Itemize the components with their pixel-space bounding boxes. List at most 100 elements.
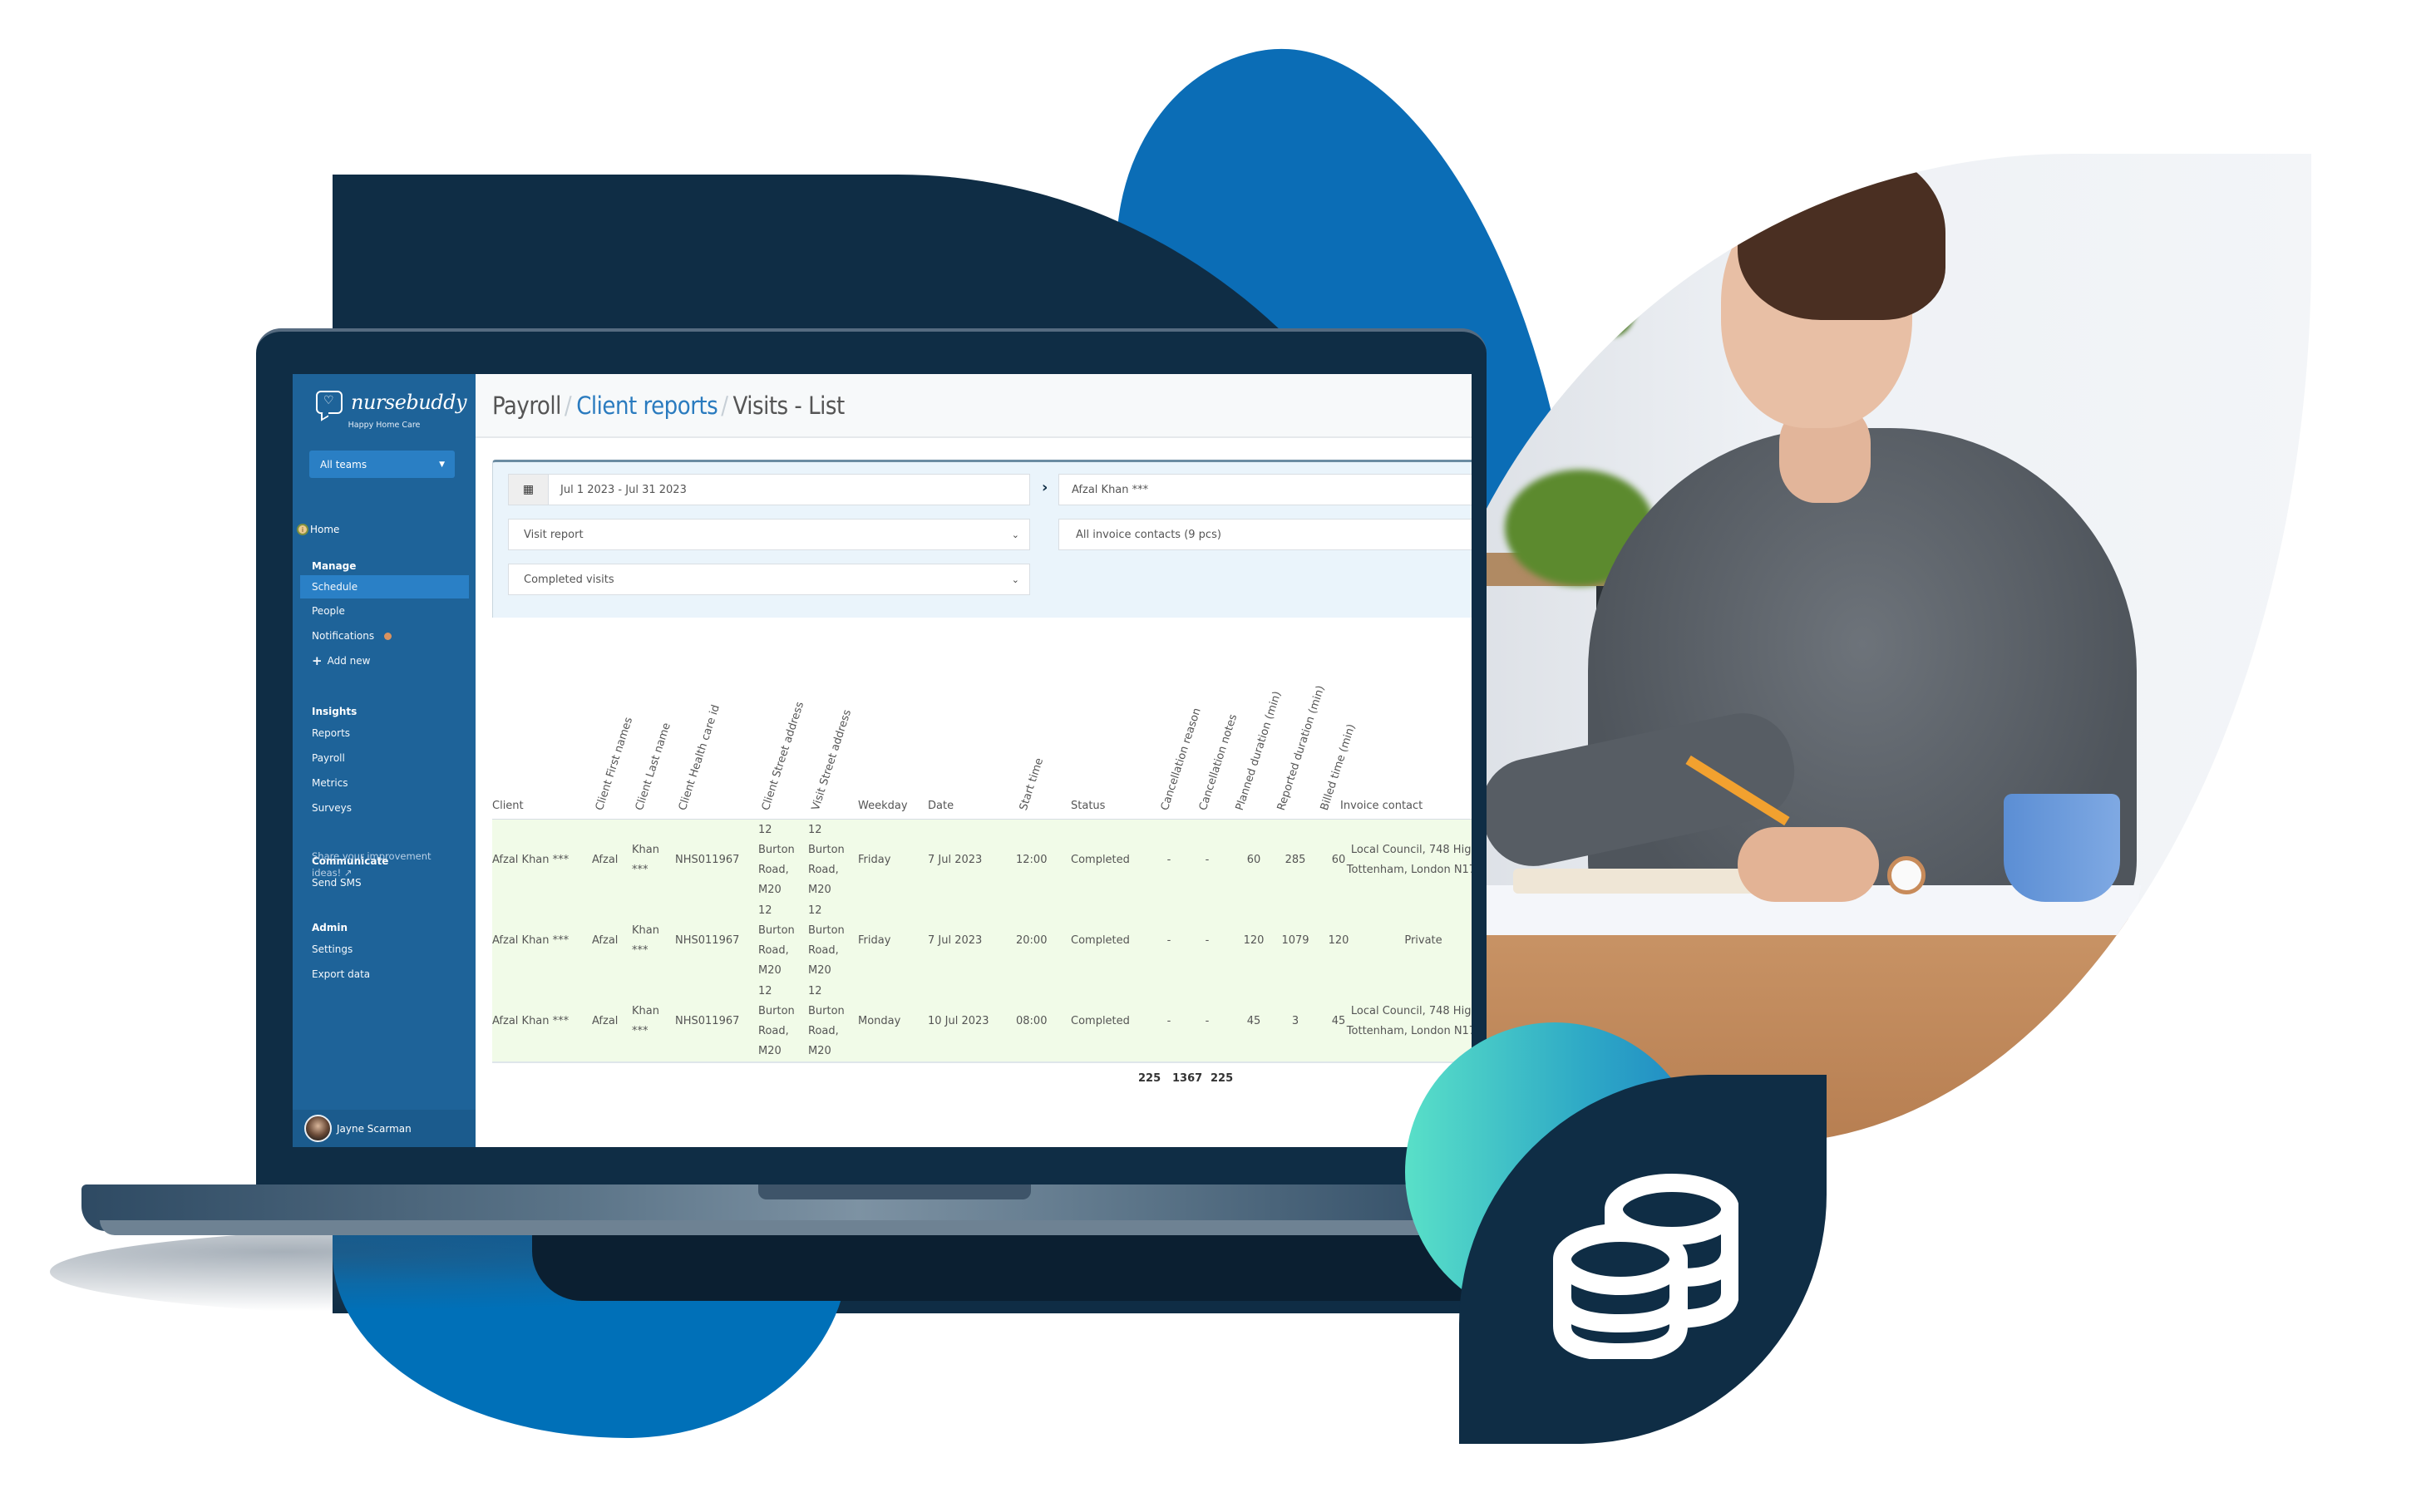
chat-heart-icon: ♡ [316,391,343,414]
date-range-input[interactable]: ▦ Jul 1 2023 - Jul 31 2023 [508,474,1030,505]
table-row[interactable]: Afzal Khan *** Afzal Khan *** NHS011967 12 B… [492,900,1472,983]
filter-panel: ▦ Jul 1 2023 - Jul 31 2023 › Afzal Khan … [492,460,1472,618]
table-cell: - [1166,933,1171,947]
sidebar-section-insights: Insights Reports Payroll Metrics Surveys [293,702,476,820]
table-cell: Completed [1071,853,1130,866]
sidebar-section-title: Admin [312,922,348,933]
table-cell: - [1166,853,1171,866]
table-cell: 1079 [1281,933,1309,947]
table-cell: Friday [858,853,891,866]
column-header-label: Start time [1017,756,1047,812]
sidebar-item-label: People [312,605,345,617]
table-cell: - [1205,1014,1210,1027]
table-cell: 12 Burton Road, M20 [758,904,795,977]
report-type-select[interactable]: Visit report ⌄ [508,519,1030,550]
table-cell: - [1205,853,1210,866]
sidebar-item-payroll[interactable]: Payroll [293,746,476,771]
breadcrumb-payroll[interactable]: Payroll [492,392,561,420]
sidebar-item-people[interactable]: People [293,598,476,623]
external-link-icon: ↗ [343,867,353,879]
sidebar-item-surveys[interactable]: Surveys [293,795,476,820]
table-cell: 60 [1246,853,1261,866]
column-header-label: Reported duration (min) [1275,684,1328,812]
breadcrumb-separator: / [564,391,572,420]
table-cell: Friday [858,933,891,947]
table-cell: 7 Jul 2023 [928,853,983,866]
team-selector[interactable]: All teams ▼ [309,451,455,478]
visit-status-select[interactable]: Completed visits ⌄ [508,564,1030,595]
sidebar-item-label: Add new [327,655,371,667]
sidebar-item-label: Export data [312,968,371,980]
sidebar-item-add-new[interactable]: + Add new [293,648,476,673]
main-content: Payroll / Client reports / Visits - List… [476,374,1472,1147]
column-header-label: Status [1071,800,1106,812]
table-cell: Local Council, 748 High Rd Tottenham, Lo… [1346,1004,1472,1037]
report-type-value: Visit report [524,528,584,541]
column-header-label: Client Street address [759,700,807,812]
table-cell: Afzal [592,933,619,947]
table-cell: Completed [1071,1014,1130,1027]
table-cell: 285 [1285,853,1306,866]
brand-logo[interactable]: ♡ nursebuddy [316,391,467,414]
sidebar-item-export-data[interactable]: Export data [293,962,476,987]
breadcrumb-current: Visits - List [732,391,846,420]
sidebar-item-label: Surveys [312,802,352,814]
sidebar-item-reports[interactable]: Reports [293,721,476,746]
sidebar-item-home[interactable]: i Home [297,524,339,535]
sidebar-item-notifications[interactable]: Notifications [293,623,476,648]
coins-icon [1553,1174,1738,1359]
sidebar-item-label: Payroll [312,752,345,764]
visit-status-value: Completed visits [524,573,614,586]
share-ideas-link[interactable]: Share your improvement ideas! ↗ [312,848,461,881]
table-cell: Khan *** [632,843,659,876]
table-cell: 20:00 [1016,933,1048,947]
laptop-underside [532,1226,1488,1301]
table-row[interactable]: Afzal Khan *** Afzal Khan *** NHS011967 12 B… [492,981,1472,1063]
invoice-contacts-value: All invoice contacts (9 pcs) [1076,528,1221,541]
share-ideas-label: Share your improvement ideas! [312,850,431,879]
sidebar-item-settings[interactable]: Settings [293,937,476,962]
calendar-icon: ▦ [509,475,549,505]
date-range-value: Jul 1 2023 - Jul 31 2023 [560,483,687,496]
sidebar-item-label: Notifications [312,630,375,642]
table-cell: Khan *** [632,1004,659,1037]
table-row[interactable]: Afzal Khan *** Afzal Khan *** NHS011967 12 B… [492,820,1472,902]
sidebar-item-metrics[interactable]: Metrics [293,771,476,795]
column-header-label: Billed time (min) [1318,722,1359,812]
table-cell: 12 Burton Road, M20 [758,984,795,1057]
client-select-value: Afzal Khan *** [1072,483,1149,496]
total-reported: 1367 [1172,1072,1203,1085]
table-cell: 12 Burton Road, M20 [758,823,795,896]
sidebar-section-admin: Admin Settings Export data [293,919,476,987]
laptop-base-lip [100,1220,1497,1235]
breadcrumb-client-reports[interactable]: Client reports [576,392,718,420]
sidebar-section-title: Insights [312,706,358,717]
breadcrumb-separator: / [721,391,728,420]
client-select[interactable]: Afzal Khan *** [1058,474,1472,505]
plus-icon: + [312,653,323,668]
invoice-contacts-select[interactable]: All invoice contacts (9 pcs) [1058,519,1472,550]
table-cell: Khan *** [632,923,659,957]
table-cell: 3 [1291,1014,1299,1027]
sidebar-section-title: Manage [312,560,357,572]
avatar [304,1115,332,1142]
table-cell: - [1205,933,1210,947]
laptop-notch [758,1184,1031,1199]
user-profile[interactable]: Jayne Scarman [293,1110,476,1147]
sidebar: ♡ nursebuddy Happy Home Care All teams ▼… [293,374,476,1147]
caret-down-icon: ▼ [439,460,445,469]
app-screen: ♡ nursebuddy Happy Home Care All teams ▼… [293,374,1472,1147]
photo-woman-at-desk [1405,154,2311,1143]
table-cell: 08:00 [1016,1014,1048,1027]
column-header-label: Client First names [593,716,636,812]
table-cell: Afzal [592,1014,619,1027]
sidebar-section-manage: Manage Schedule People Notifications + Ad… [293,557,476,673]
sidebar-item-schedule[interactable]: Schedule [300,575,469,598]
table-cell: Afzal Khan *** [492,1014,570,1027]
table-cell: NHS011967 [675,853,740,866]
table-cell: - [1166,1014,1171,1027]
table-cell: NHS011967 [675,933,740,947]
brand-name: nursebuddy [351,391,467,414]
team-selector-value: All teams [320,458,367,470]
chevron-right-icon[interactable]: › [1042,479,1048,496]
